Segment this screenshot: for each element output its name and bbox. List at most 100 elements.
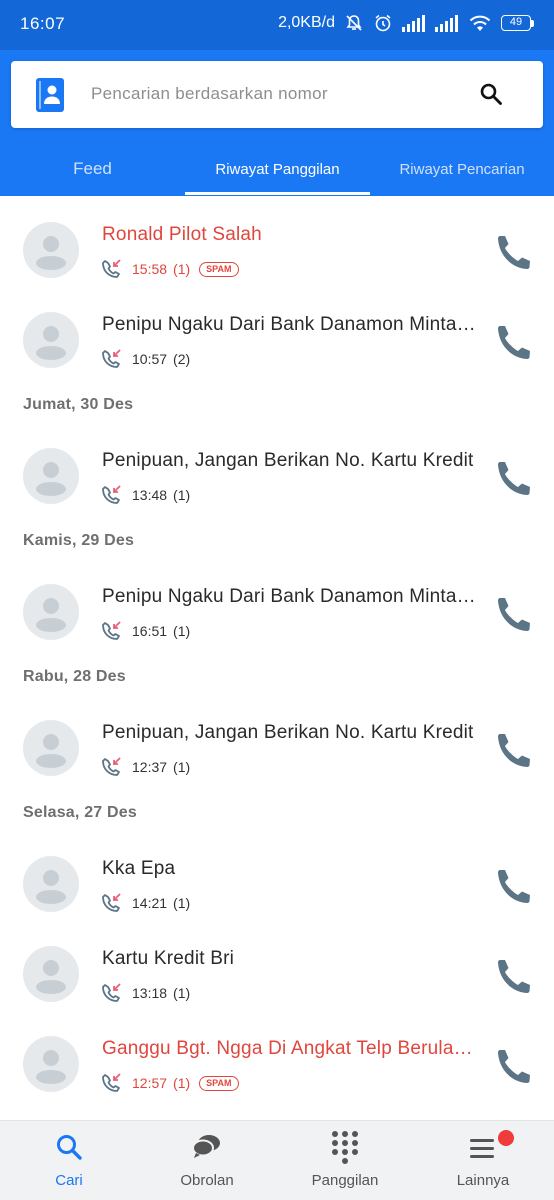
search-icon[interactable] bbox=[479, 82, 503, 106]
caller-name: Penipuan, Jangan Berikan No. Kartu Kredi… bbox=[102, 722, 474, 743]
tab-search-history[interactable]: Riwayat Pencarian bbox=[370, 142, 554, 196]
avatar-placeholder-icon bbox=[36, 236, 66, 270]
call-count: (1) bbox=[173, 985, 191, 1001]
call-log-row[interactable]: Penipu Ngaku Dari Bank Danamon Minta Kod… bbox=[0, 558, 554, 648]
call-count: (2) bbox=[173, 351, 191, 367]
active-tab-indicator bbox=[185, 192, 370, 195]
call-time: 14:21 bbox=[132, 895, 168, 911]
missed-call-icon bbox=[102, 983, 121, 1002]
caller-name: Kartu Kredit Bri bbox=[102, 948, 235, 969]
alarm-icon bbox=[375, 14, 391, 32]
call-log-row[interactable]: Ronald Pilot Salah 15:58 (1) SPAM bbox=[0, 196, 554, 286]
call-time: 13:48 bbox=[132, 487, 168, 503]
chat-icon bbox=[192, 1135, 220, 1158]
avatar-placeholder-icon bbox=[36, 870, 66, 904]
notification-badge bbox=[498, 1130, 514, 1146]
call-meta: 15:58 (1) SPAM bbox=[100, 259, 239, 279]
missed-call-icon bbox=[102, 621, 121, 640]
avatar[interactable] bbox=[23, 584, 79, 640]
spam-badge: SPAM bbox=[199, 261, 239, 277]
phone-call-icon bbox=[498, 960, 530, 993]
call-button[interactable] bbox=[494, 1046, 534, 1086]
call-history-list[interactable]: Ronald Pilot Salah 15:58 (1) SPAM Penipu Nga… bbox=[0, 196, 554, 1120]
bottom-navigation: Cari Obrolan Panggilan Lainnya bbox=[0, 1120, 554, 1200]
caller-name: Ganggu Bgt. Ngga Di Angkat Telp Berulang… bbox=[102, 1038, 478, 1059]
phone-call-icon bbox=[498, 326, 530, 359]
nav-item-lainnya[interactable]: Lainnya bbox=[414, 1121, 552, 1200]
nav-item-obrolan[interactable]: Obrolan bbox=[138, 1121, 276, 1200]
mute-icon bbox=[346, 15, 362, 31]
avatar[interactable] bbox=[23, 946, 79, 1002]
phone-call-icon bbox=[498, 870, 530, 903]
date-header: Selasa, 27 Des bbox=[23, 804, 137, 821]
call-count: (1) bbox=[173, 261, 191, 277]
call-meta: 13:48 (1) bbox=[100, 485, 199, 505]
call-time: 13:18 bbox=[132, 985, 168, 1001]
phone-call-icon bbox=[498, 236, 530, 269]
caller-name: Penipuan, Jangan Berikan No. Kartu Kredi… bbox=[102, 450, 474, 471]
call-count: (1) bbox=[173, 623, 191, 639]
call-log-row[interactable]: Penipu Ngaku Dari Bank Danamon Minta Kod… bbox=[0, 286, 554, 376]
call-meta: 14:21 (1) bbox=[100, 893, 199, 913]
avatar[interactable] bbox=[23, 720, 79, 776]
app-header: Pencarian berdasarkan nomor Feed Riwayat… bbox=[0, 50, 554, 196]
call-log-row[interactable]: Kka Epa 14:21 (1) bbox=[0, 830, 554, 920]
call-log-row[interactable]: Ganggu Bgt. Ngga Di Angkat Telp Berulang… bbox=[0, 1010, 554, 1100]
tab-call-history[interactable]: Riwayat Panggilan bbox=[185, 142, 370, 196]
avatar-placeholder-icon bbox=[36, 462, 66, 496]
call-button[interactable] bbox=[494, 458, 534, 498]
signal-icon bbox=[402, 15, 425, 32]
call-count: (1) bbox=[173, 1075, 191, 1091]
call-time: 15:58 bbox=[132, 261, 168, 277]
caller-name: Penipu Ngaku Dari Bank Danamon Minta Kod… bbox=[102, 314, 478, 335]
search-input[interactable]: Pencarian berdasarkan nomor bbox=[91, 84, 328, 104]
call-button[interactable] bbox=[494, 730, 534, 770]
avatar[interactable] bbox=[23, 222, 79, 278]
nav-label-cari: Cari bbox=[55, 1172, 83, 1189]
avatar-placeholder-icon bbox=[36, 326, 66, 360]
caller-name: Penipu Ngaku Dari Bank Danamon Minta Kod… bbox=[102, 586, 478, 607]
call-log-row[interactable]: Penipuan, Jangan Berikan No. Kartu Kredi… bbox=[0, 422, 554, 512]
call-meta: 16:51 (1) bbox=[100, 621, 199, 641]
call-button[interactable] bbox=[494, 322, 534, 362]
call-button[interactable] bbox=[494, 956, 534, 996]
wifi-icon bbox=[469, 15, 491, 31]
menu-icon bbox=[470, 1139, 494, 1158]
call-log-row[interactable]: Kartu Kredit Bri 13:18 (1) bbox=[0, 920, 554, 1010]
battery-icon: 49 bbox=[501, 15, 534, 31]
call-count: (1) bbox=[173, 895, 191, 911]
avatar[interactable] bbox=[23, 448, 79, 504]
nav-item-cari[interactable]: Cari bbox=[0, 1121, 138, 1200]
phone-call-icon bbox=[498, 734, 530, 767]
search-bar[interactable]: Pencarian berdasarkan nomor bbox=[11, 61, 543, 128]
call-button[interactable] bbox=[494, 594, 534, 634]
missed-call-icon bbox=[102, 259, 121, 278]
call-button[interactable] bbox=[494, 232, 534, 272]
missed-call-icon bbox=[102, 893, 121, 912]
spam-badge: SPAM bbox=[199, 1075, 239, 1091]
missed-call-icon bbox=[102, 349, 121, 368]
phone-call-icon bbox=[498, 462, 530, 495]
call-time: 12:37 bbox=[132, 759, 168, 775]
call-button[interactable] bbox=[494, 866, 534, 906]
avatar[interactable] bbox=[23, 312, 79, 368]
status-time: 16:07 bbox=[20, 14, 66, 33]
call-time: 12:57 bbox=[132, 1075, 168, 1091]
status-icons: 2,0KB/d 49 bbox=[278, 13, 534, 33]
call-meta: 12:57 (1) SPAM bbox=[100, 1073, 239, 1093]
network-speed: 2,0KB/d bbox=[278, 14, 335, 31]
avatar[interactable] bbox=[23, 856, 79, 912]
date-header: Rabu, 28 Des bbox=[23, 668, 126, 685]
missed-call-icon bbox=[102, 757, 121, 776]
date-header: Jumat, 30 Des bbox=[23, 396, 134, 413]
call-count: (1) bbox=[173, 759, 191, 775]
call-meta: 10:57 (2) bbox=[100, 349, 199, 369]
nav-label-panggilan: Panggilan bbox=[311, 1172, 379, 1189]
call-log-row[interactable]: Penipuan, Jangan Berikan No. Kartu Kredi… bbox=[0, 694, 554, 784]
avatar[interactable] bbox=[23, 1036, 79, 1092]
nav-label-lainnya: Lainnya bbox=[456, 1172, 510, 1189]
missed-call-icon bbox=[102, 485, 121, 504]
nav-item-panggilan[interactable]: Panggilan bbox=[276, 1121, 414, 1200]
phone-call-icon bbox=[498, 598, 530, 631]
tab-feed[interactable]: Feed bbox=[0, 142, 185, 196]
